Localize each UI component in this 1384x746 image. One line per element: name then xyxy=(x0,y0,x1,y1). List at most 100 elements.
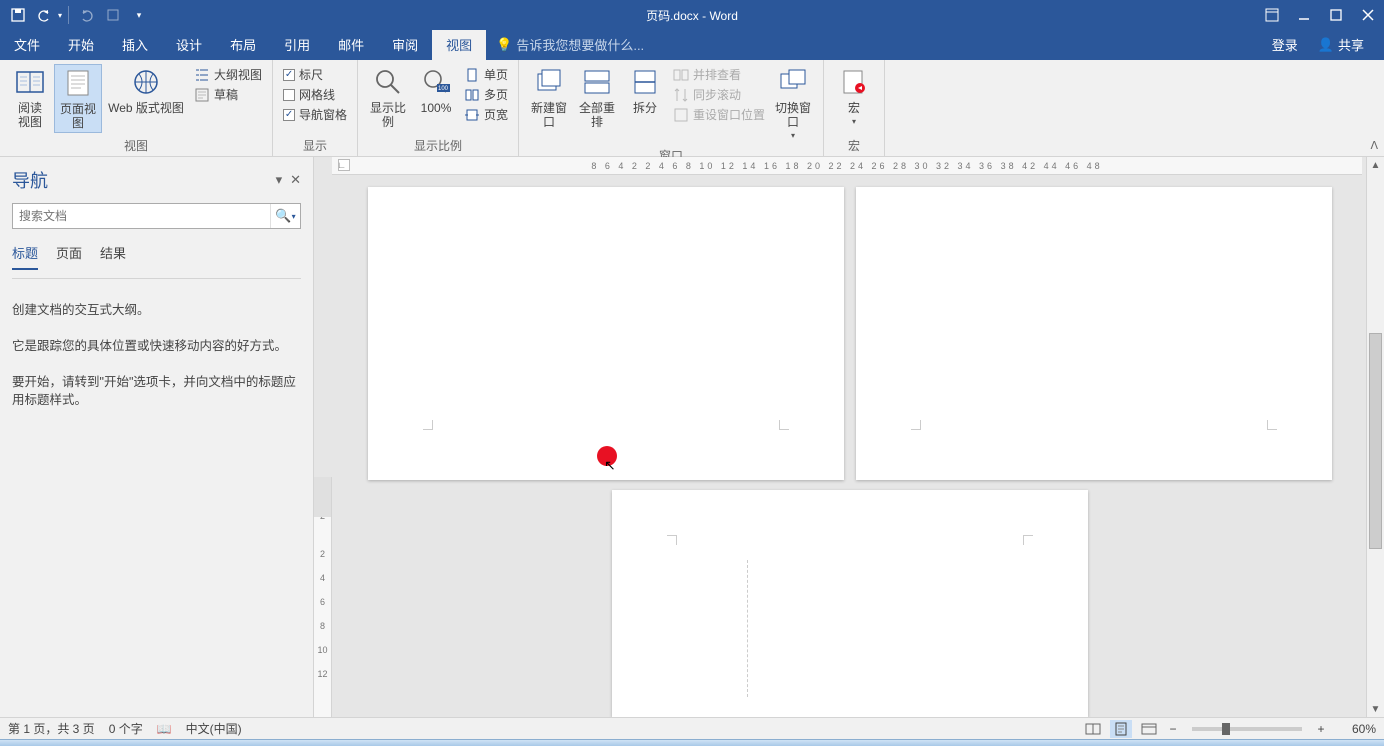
margin-guide xyxy=(423,420,433,430)
svg-text:100: 100 xyxy=(438,86,449,92)
zoom-button[interactable]: 显示比例 xyxy=(364,64,412,131)
tab-layout[interactable]: 布局 xyxy=(216,29,270,60)
undo-button[interactable] xyxy=(32,4,56,26)
scroll-up-button[interactable]: ▲ xyxy=(1367,157,1384,173)
qat-separator xyxy=(68,6,69,24)
split-label: 拆分 xyxy=(633,101,657,115)
signin-button[interactable]: 登录 xyxy=(1262,29,1308,60)
nav-tab-pages[interactable]: 页面 xyxy=(56,243,82,270)
status-bar: 第 1 页，共 3 页 0 个字 📖 中文(中国) − + 60% xyxy=(0,717,1384,739)
side-by-side-button[interactable]: 并排查看 xyxy=(673,66,765,83)
close-button[interactable] xyxy=(1352,0,1384,30)
nav-pane-title: 导航 xyxy=(12,167,48,193)
page-2[interactable] xyxy=(856,187,1332,480)
arrange-all-button[interactable]: 全部重排 xyxy=(573,64,621,131)
read-view-button[interactable] xyxy=(1082,720,1104,738)
document-area[interactable]: ∟ 8 6 4 2 2 4 6 8 10 12 14 16 18 20 22 2… xyxy=(314,157,1384,717)
navpane-checkbox[interactable]: 导航窗格 xyxy=(283,106,347,123)
magnifier-icon xyxy=(372,66,404,98)
zoom-100-label: 100% xyxy=(421,101,452,115)
reset-window-button[interactable]: 重设窗口位置 xyxy=(673,106,765,123)
nav-search-box[interactable]: 🔍▾ xyxy=(12,203,301,229)
page-3[interactable] xyxy=(612,490,1088,717)
zoom-slider[interactable] xyxy=(1192,727,1302,731)
ribbon-display-button[interactable] xyxy=(1256,0,1288,30)
tab-review[interactable]: 审阅 xyxy=(378,29,432,60)
tab-design[interactable]: 设计 xyxy=(162,29,216,60)
collapse-ribbon-button[interactable]: ᐱ xyxy=(1370,140,1378,152)
nav-tab-headings[interactable]: 标题 xyxy=(12,243,38,270)
split-button[interactable]: 拆分 xyxy=(621,64,669,117)
draft-view-button[interactable]: 草稿 xyxy=(194,86,262,103)
word-count[interactable]: 0 个字 xyxy=(109,720,143,737)
arrange-all-label: 全部重排 xyxy=(575,101,619,129)
tell-me-search[interactable]: 💡 告诉我您想要做什么... xyxy=(486,29,654,60)
switch-windows-icon xyxy=(777,66,809,98)
one-page-button[interactable]: 单页 xyxy=(464,66,508,83)
multi-page-button[interactable]: 多页 xyxy=(464,86,508,103)
read-mode-icon xyxy=(14,66,46,98)
sync-scroll-button[interactable]: 同步滚动 xyxy=(673,86,765,103)
maximize-button[interactable] xyxy=(1320,0,1352,30)
web-layout-button[interactable]: Web 版式视图 xyxy=(102,64,190,117)
ruler-tick: 2 xyxy=(320,549,325,559)
qat-customize-button[interactable]: ▾ xyxy=(127,4,151,26)
zoom-out-button[interactable]: − xyxy=(1166,722,1180,736)
zoom-in-button[interactable]: + xyxy=(1314,722,1328,736)
windows-taskbar[interactable] xyxy=(0,739,1384,746)
nav-search-button[interactable]: 🔍▾ xyxy=(270,204,300,228)
web-view-button[interactable] xyxy=(1138,720,1160,738)
spellcheck-button[interactable]: 📖 xyxy=(157,722,172,736)
undo-dropdown-icon[interactable]: ▾ xyxy=(58,11,62,20)
minimize-button[interactable] xyxy=(1288,0,1320,30)
checkbox-icon xyxy=(283,109,295,121)
print-layout-button[interactable]: 页面视图 xyxy=(54,64,102,133)
macros-button[interactable]: 宏 ▾ xyxy=(830,64,878,131)
tab-insert[interactable]: 插入 xyxy=(108,29,162,60)
redo-button[interactable] xyxy=(75,4,99,26)
navpane-label: 导航窗格 xyxy=(299,106,347,123)
share-label: 共享 xyxy=(1338,35,1364,54)
new-window-button[interactable]: 新建窗口 xyxy=(525,64,573,131)
web-layout-icon xyxy=(130,66,162,98)
language-button[interactable]: 中文(中国) xyxy=(186,720,242,737)
nav-tab-results[interactable]: 结果 xyxy=(100,243,126,270)
share-button[interactable]: 👤 共享 xyxy=(1308,29,1374,60)
horizontal-ruler[interactable]: ∟ 8 6 4 2 2 4 6 8 10 12 14 16 18 20 22 2… xyxy=(332,157,1362,175)
vertical-scrollbar[interactable]: ▲ ▼ xyxy=(1366,157,1384,717)
tab-home[interactable]: 开始 xyxy=(54,29,108,60)
switch-windows-button[interactable]: 切换窗口 ▾ xyxy=(769,64,817,145)
nav-search-input[interactable] xyxy=(13,204,270,228)
touch-mode-button[interactable] xyxy=(101,4,125,26)
zoom-100-button[interactable]: 100 100% xyxy=(412,64,460,117)
page-count[interactable]: 第 1 页，共 3 页 xyxy=(8,720,95,737)
ruler-numbers: 8 6 4 2 2 4 6 8 10 12 14 16 18 20 22 24 … xyxy=(591,161,1102,171)
outline-view-button[interactable]: 大纲视图 xyxy=(194,66,262,83)
ruler-margin-shade xyxy=(314,477,331,517)
zoom-level[interactable]: 60% xyxy=(1334,722,1376,736)
tab-mailings[interactable]: 邮件 xyxy=(324,29,378,60)
nav-body: 创建文档的交互式大纲。 它是跟踪您的具体位置或快速移动内容的好方式。 要开始，请… xyxy=(12,301,301,409)
scroll-thumb[interactable] xyxy=(1369,333,1382,549)
page-1[interactable] xyxy=(368,187,844,480)
save-button[interactable] xyxy=(6,4,30,26)
ruler-checkbox[interactable]: 标尺 xyxy=(283,66,347,83)
zoom-slider-knob[interactable] xyxy=(1222,723,1230,735)
print-view-button[interactable] xyxy=(1110,720,1132,738)
vertical-ruler[interactable]: 4 2 2 4 6 8 10 12 xyxy=(314,477,332,717)
ruler-tick: 4 xyxy=(320,573,325,583)
scroll-down-button[interactable]: ▼ xyxy=(1367,701,1384,717)
margin-guide xyxy=(1023,535,1033,545)
margin-guide xyxy=(779,420,789,430)
ruler-label: 标尺 xyxy=(299,66,323,83)
search-icon: 🔍 xyxy=(275,208,291,224)
nav-close-button[interactable]: ✕ xyxy=(290,172,301,188)
gridlines-checkbox[interactable]: 网格线 xyxy=(283,86,347,103)
tab-selector-icon[interactable]: ∟ xyxy=(338,159,350,171)
page-width-button[interactable]: 页宽 xyxy=(464,106,508,123)
tab-references[interactable]: 引用 xyxy=(270,29,324,60)
read-mode-button[interactable]: 阅读 视图 xyxy=(6,64,54,131)
tab-file[interactable]: 文件 xyxy=(0,29,54,60)
tab-view[interactable]: 视图 xyxy=(432,29,486,60)
nav-options-button[interactable]: ▾ xyxy=(276,172,283,188)
